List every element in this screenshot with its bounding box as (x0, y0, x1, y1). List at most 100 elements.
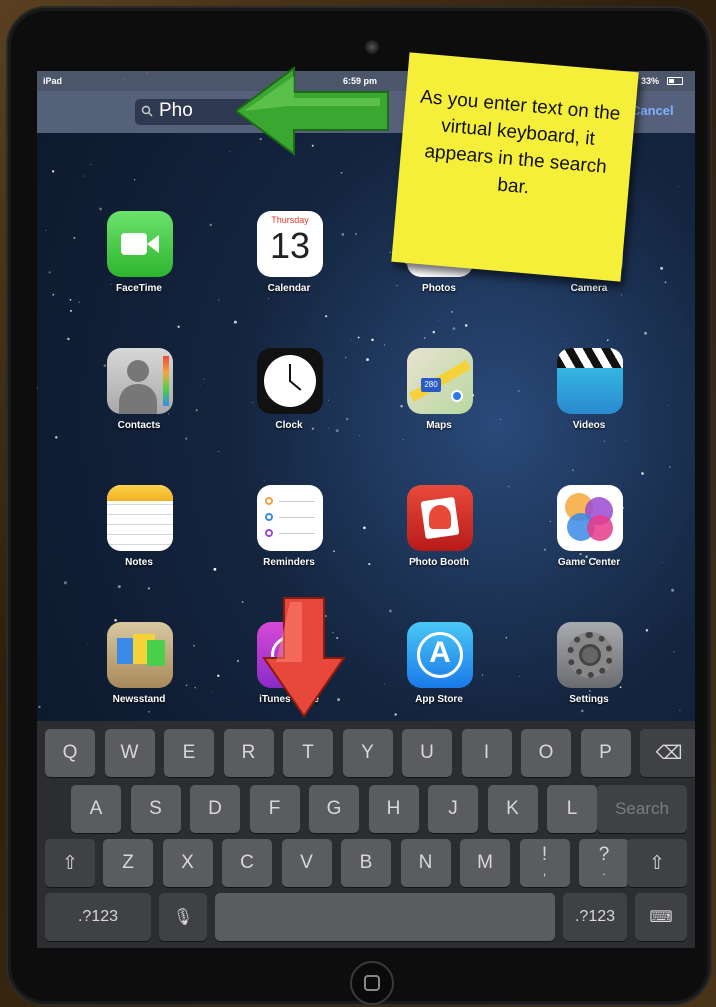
app-maps[interactable]: 280 Maps (384, 348, 494, 458)
app-game-center[interactable]: Game Center (534, 485, 644, 595)
star (37, 386, 38, 389)
battery-percentage: 33% (641, 76, 660, 86)
star (263, 480, 265, 482)
app-label: Contacts (117, 420, 161, 431)
star (203, 378, 205, 380)
maps-icon: 280 (407, 348, 473, 414)
key-t[interactable]: T (283, 729, 333, 777)
red-arrow-annotation (262, 597, 346, 718)
star (73, 236, 76, 239)
star (673, 651, 675, 653)
key-e[interactable]: E (164, 729, 214, 777)
right-shift-key[interactable]: ⇧ (627, 839, 687, 887)
star (344, 356, 347, 359)
key-s[interactable]: S (130, 785, 181, 833)
star (641, 472, 644, 475)
virtual-keyboard: Q W E R T Y U I O P ⌫ A S D F G H J K L Search ⇧ Z X C V B N M!,?. ⇧.… (37, 721, 695, 948)
key-n[interactable]: N (400, 839, 451, 887)
numbers-key-left[interactable]: .?123 (45, 893, 151, 941)
app-calendar[interactable]: Thursday 13 Calendar (234, 211, 344, 321)
camera-icon (365, 40, 379, 54)
star (199, 384, 201, 386)
app-label: FaceTime (116, 283, 162, 294)
key-x[interactable]: X (162, 839, 213, 887)
punctuation-subkey: , (542, 863, 547, 878)
star (346, 417, 349, 421)
settings-icon (557, 622, 623, 688)
space-bar[interactable] (215, 893, 555, 941)
notes-icon (107, 485, 173, 551)
hide-keyboard-key[interactable]: ⌨ (635, 893, 687, 941)
star (452, 327, 456, 330)
app-label: Notes (125, 557, 153, 568)
app-photo-booth[interactable]: Photo Booth (384, 485, 494, 595)
app-contacts[interactable]: Contacts (84, 348, 194, 458)
key-v[interactable]: V (281, 839, 332, 887)
key-p[interactable]: P (580, 729, 631, 777)
app-videos[interactable]: Videos (534, 348, 644, 458)
microphone-key[interactable]: 🎙 (159, 893, 207, 941)
key-d[interactable]: D (190, 785, 240, 833)
star (677, 186, 679, 187)
key-m[interactable]: M (460, 839, 510, 887)
key-exclamation[interactable]: !, (519, 839, 570, 887)
photo-booth-icon (407, 485, 473, 551)
star (669, 466, 671, 468)
key-o[interactable]: O (521, 729, 571, 777)
app-label: Reminders (263, 557, 315, 568)
key-question[interactable]: ?. (579, 839, 629, 887)
reminders-icon (257, 485, 323, 551)
key-f[interactable]: F (249, 785, 300, 833)
key-b[interactable]: B (341, 839, 391, 887)
key-k[interactable]: K (487, 785, 538, 833)
star (241, 601, 244, 603)
app-store-icon: A (407, 622, 473, 688)
app-label: Camera (570, 283, 608, 294)
key-h[interactable]: H (368, 785, 419, 833)
star (233, 320, 237, 324)
star (212, 692, 213, 694)
app-app-store[interactable]: A App Store (384, 622, 494, 732)
key-i[interactable]: I (461, 729, 512, 777)
star (52, 293, 55, 296)
key-c[interactable]: C (222, 839, 272, 887)
app-label: Photos (422, 283, 456, 294)
star (213, 567, 217, 571)
key-j[interactable]: J (428, 785, 478, 833)
app-settings[interactable]: Settings (534, 622, 644, 732)
star (645, 629, 649, 632)
star (90, 164, 92, 165)
search-key[interactable]: Search (597, 785, 687, 833)
app-newsstand[interactable]: Newsstand (84, 622, 194, 732)
star (644, 331, 647, 335)
key-g[interactable]: G (309, 785, 359, 833)
key-q[interactable]: Q (45, 729, 95, 777)
key-r[interactable]: R (223, 729, 274, 777)
app-facetime[interactable]: FaceTime (84, 211, 194, 321)
left-shift-key[interactable]: ⇧ (45, 839, 95, 887)
key-w[interactable]: W (104, 729, 155, 777)
cancel-button[interactable]: Cancel (631, 103, 674, 118)
numbers-key-right[interactable]: .?123 (563, 893, 627, 941)
key-z[interactable]: Z (103, 839, 153, 887)
star (217, 299, 220, 301)
key-l[interactable]: L (547, 785, 597, 833)
app-notes[interactable]: Notes (84, 485, 194, 595)
star (371, 338, 374, 342)
star (671, 588, 675, 592)
star (363, 526, 366, 530)
star (357, 336, 360, 339)
star (389, 609, 392, 613)
star (664, 281, 667, 284)
star (355, 233, 357, 235)
home-button-square-icon (364, 975, 380, 991)
app-clock[interactable]: Clock (234, 348, 344, 458)
key-y[interactable]: Y (342, 729, 393, 777)
star (55, 436, 58, 439)
key-a[interactable]: A (71, 785, 121, 833)
app-label: Settings (569, 694, 609, 705)
app-reminders[interactable]: Reminders (234, 485, 344, 595)
backspace-key[interactable]: ⌫ (640, 729, 695, 777)
key-u[interactable]: U (402, 729, 452, 777)
star (194, 687, 196, 689)
